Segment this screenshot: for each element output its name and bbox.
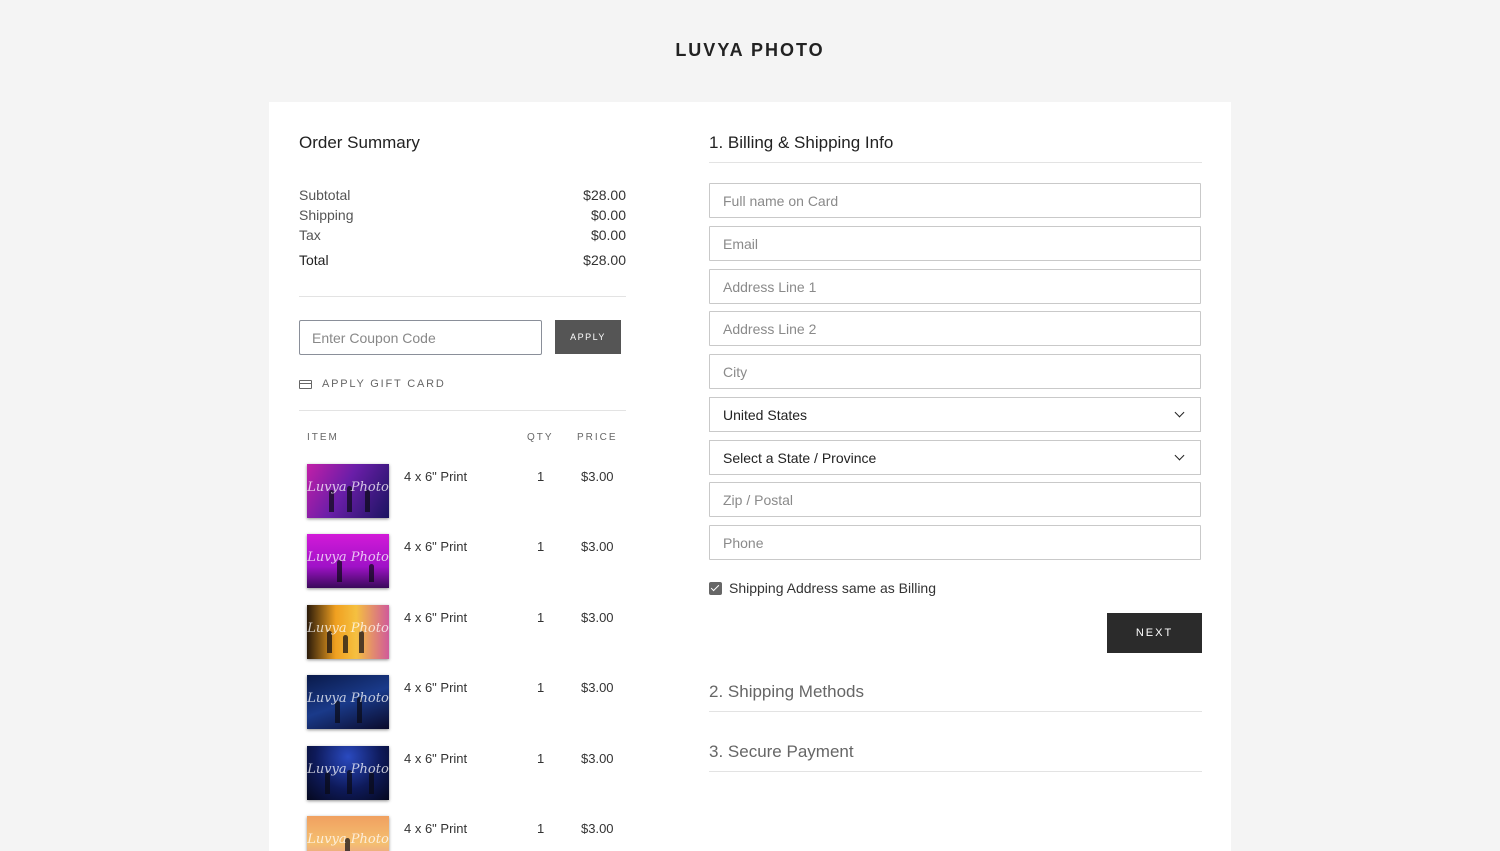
apply-gift-card-link[interactable]: APPLY GIFT CARD <box>299 378 446 390</box>
item-name: 4 x 6" Print <box>404 821 468 836</box>
watermark: Luvya Photo <box>307 550 389 565</box>
checkout-card: Order Summary Subtotal $28.00 Shipping $… <box>269 102 1231 851</box>
state-select[interactable]: Select a State / Province <box>709 440 1201 475</box>
summary-row-subtotal: Subtotal $28.00 <box>299 187 626 203</box>
summary-total-label: Total <box>299 252 329 268</box>
item-price: $3.00 <box>581 751 614 766</box>
summary-value: $28.00 <box>583 187 626 203</box>
summary-total-value: $28.00 <box>583 252 626 268</box>
item-price: $3.00 <box>581 539 614 554</box>
email-input[interactable] <box>709 226 1201 261</box>
apply-coupon-button[interactable]: APPLY <box>555 320 621 354</box>
list-item: Luvya Photo 4 x 6" Print 1 $3.00 <box>299 464 626 520</box>
watermark: Luvya Photo <box>307 762 389 777</box>
item-thumbnail[interactable]: Luvya Photo <box>307 534 389 588</box>
divider <box>299 296 626 297</box>
list-item: Luvya Photo 4 x 6" Print 1 $3.00 <box>299 746 626 802</box>
item-thumbnail[interactable]: Luvya Photo <box>307 605 389 659</box>
step-secure-payment[interactable]: 3. Secure Payment <box>709 742 1202 762</box>
phone-input[interactable] <box>709 525 1201 560</box>
gift-card-label: APPLY GIFT CARD <box>322 378 446 390</box>
state-value: Select a State / Province <box>723 449 877 466</box>
item-name: 4 x 6" Print <box>404 680 468 695</box>
brand-title: LUVYA PHOTO <box>675 40 825 60</box>
column-header-item: ITEM <box>307 432 339 443</box>
item-name: 4 x 6" Print <box>404 751 468 766</box>
item-name: 4 x 6" Print <box>404 610 468 625</box>
step-shipping-methods[interactable]: 2. Shipping Methods <box>709 682 1202 702</box>
list-item: Luvya Photo 4 x 6" Print 1 $3.00 <box>299 816 626 851</box>
order-summary-title: Order Summary <box>299 133 420 152</box>
summary-label: Subtotal <box>299 187 351 203</box>
zip-input[interactable] <box>709 482 1201 517</box>
address-line-2-input[interactable] <box>709 311 1201 346</box>
item-name: 4 x 6" Print <box>404 469 468 484</box>
item-thumbnail[interactable]: Luvya Photo <box>307 675 389 729</box>
chevron-down-icon <box>1174 450 1185 461</box>
summary-label: Tax <box>299 227 321 243</box>
column-header-qty: QTY <box>527 432 554 443</box>
next-button[interactable]: NEXT <box>1107 613 1202 653</box>
divider <box>709 771 1202 772</box>
item-thumbnail[interactable]: Luvya Photo <box>307 464 389 518</box>
divider <box>299 410 626 411</box>
item-thumbnail[interactable]: Luvya Photo <box>307 746 389 800</box>
item-price: $3.00 <box>581 469 614 484</box>
item-qty: 1 <box>537 469 545 484</box>
summary-value: $0.00 <box>590 207 626 223</box>
coupon-input[interactable] <box>299 320 542 355</box>
summary-row-tax: Tax $0.00 <box>299 227 626 243</box>
summary-row-total: Total $28.00 <box>299 252 626 268</box>
same-address-label: Shipping Address same as Billing <box>729 580 937 596</box>
item-qty: 1 <box>537 610 545 625</box>
watermark: Luvya Photo <box>307 480 389 495</box>
watermark: Luvya Photo <box>307 621 389 636</box>
item-thumbnail[interactable]: Luvya Photo <box>307 816 389 851</box>
item-price: $3.00 <box>581 680 614 695</box>
list-item: Luvya Photo 4 x 6" Print 1 $3.00 <box>299 534 626 590</box>
divider <box>709 162 1202 163</box>
city-input[interactable] <box>709 354 1201 389</box>
divider <box>709 711 1202 712</box>
list-item: Luvya Photo 4 x 6" Print 1 $3.00 <box>299 605 626 661</box>
same-address-option[interactable]: Shipping Address same as Billing <box>709 580 936 596</box>
figure-silhouette <box>343 635 348 653</box>
summary-row-shipping: Shipping $0.00 <box>299 207 626 223</box>
item-qty: 1 <box>537 680 545 695</box>
watermark: Luvya Photo <box>307 691 389 706</box>
billing-title: 1. Billing & Shipping Info <box>709 133 894 152</box>
figure-silhouette <box>369 564 374 582</box>
country-value: United States <box>723 406 808 423</box>
summary-value: $0.00 <box>590 227 626 243</box>
country-select[interactable]: United States <box>709 397 1201 432</box>
same-address-checkbox[interactable] <box>709 581 722 595</box>
chevron-down-icon <box>1174 407 1185 418</box>
column-header-price: PRICE <box>577 432 618 443</box>
item-qty: 1 <box>537 539 545 554</box>
item-qty: 1 <box>537 821 545 836</box>
list-item: Luvya Photo 4 x 6" Print 1 $3.00 <box>299 675 626 731</box>
credit-card-icon <box>299 379 312 389</box>
item-price: $3.00 <box>581 821 614 836</box>
item-qty: 1 <box>537 751 545 766</box>
item-name: 4 x 6" Print <box>404 539 468 554</box>
address-line-1-input[interactable] <box>709 269 1201 304</box>
item-price: $3.00 <box>581 610 614 625</box>
summary-label: Shipping <box>299 207 354 223</box>
watermark: Luvya Photo <box>307 832 389 847</box>
full-name-input[interactable] <box>709 183 1201 218</box>
